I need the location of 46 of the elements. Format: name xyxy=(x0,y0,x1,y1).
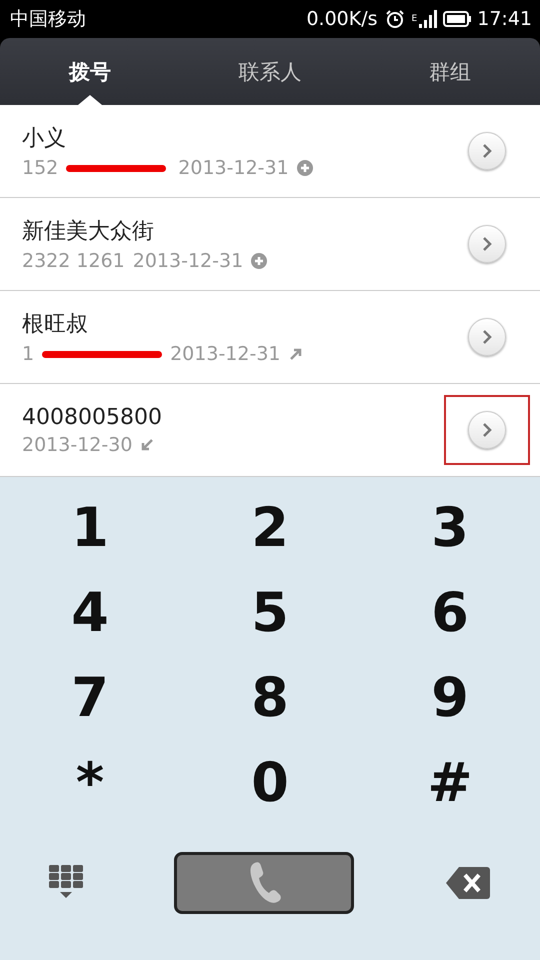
call-date: 2013-12-31 xyxy=(178,157,289,179)
plus-icon xyxy=(296,160,313,176)
chevron-icon xyxy=(481,329,493,345)
call-button[interactable] xyxy=(174,852,354,914)
dial-key[interactable]: 0 xyxy=(180,740,360,825)
incoming-arrow-icon xyxy=(140,438,154,452)
phone-number: 152 xyxy=(22,157,58,179)
dial-key[interactable]: 6 xyxy=(360,570,540,655)
battery-icon xyxy=(443,11,472,27)
dial-key[interactable]: 5 xyxy=(180,570,360,655)
details-button[interactable] xyxy=(468,411,506,449)
dial-key[interactable]: 1 xyxy=(0,485,180,570)
plus-icon xyxy=(251,253,268,269)
dial-key[interactable]: 4 xyxy=(0,570,180,655)
carrier-name: 中国移动 xyxy=(10,7,86,32)
signal-icon xyxy=(419,10,438,28)
alarm-icon xyxy=(384,9,406,29)
contact-name: 新佳美大众街 xyxy=(22,218,155,246)
chevron-icon xyxy=(481,143,493,159)
chevron-icon xyxy=(481,236,493,252)
dial-key[interactable]: 7 xyxy=(0,655,180,740)
contact-name: 4008005800 xyxy=(22,404,163,430)
dial-key[interactable]: 3 xyxy=(360,485,540,570)
chevron-icon xyxy=(481,422,493,438)
clock: 17:41 xyxy=(477,8,532,30)
call-date: 2013-12-30 xyxy=(22,434,132,456)
dial-key[interactable]: 2 xyxy=(180,485,360,570)
dial-key[interactable]: 8 xyxy=(180,655,360,740)
dial-key[interactable]: 9 xyxy=(360,655,540,740)
details-button[interactable] xyxy=(468,132,506,170)
phone-number: 2322 1261 xyxy=(22,250,125,272)
contact-name: 小义 xyxy=(22,125,67,153)
dial-key[interactable]: # xyxy=(360,740,540,825)
outgoing-arrow-icon xyxy=(288,347,303,361)
network-type: E xyxy=(412,14,418,24)
contact-name: 根旺叔 xyxy=(22,311,89,339)
network-speed: 0.00K/s xyxy=(306,8,378,30)
call-date: 2013-12-31 xyxy=(170,343,281,365)
phone-number: 1 xyxy=(22,343,34,365)
tab[interactable]: 群组 xyxy=(360,38,540,105)
details-button[interactable] xyxy=(468,318,506,356)
tab[interactable]: 联系人 xyxy=(180,38,360,105)
tab[interactable]: 拨号 xyxy=(0,38,180,105)
dial-key[interactable]: * xyxy=(0,740,180,825)
call-date: 2013-12-31 xyxy=(132,250,244,272)
details-button[interactable] xyxy=(468,225,506,263)
